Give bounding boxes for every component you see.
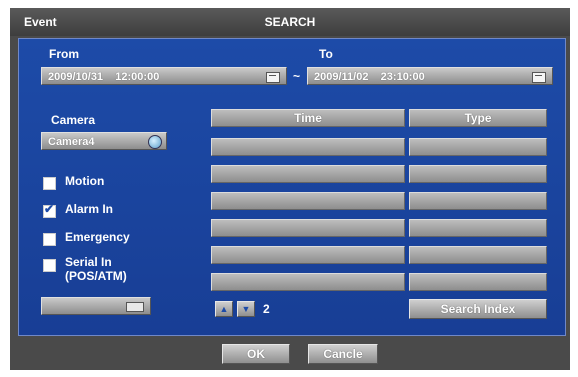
result-time-cell[interactable] <box>211 192 405 210</box>
calendar-icon[interactable] <box>266 72 280 83</box>
camera-select[interactable]: Camera4 <box>41 132 167 150</box>
to-datetime-field[interactable]: 2009/11/02 23:10:00 <box>307 67 553 85</box>
event-search-dialog: Event SEARCH From 2009/10/31 12:00:00 ~ … <box>10 8 570 370</box>
triangle-down-icon: ▼ <box>241 304 251 314</box>
result-time-cell[interactable] <box>211 246 405 264</box>
page-up-button[interactable]: ▲ <box>215 301 233 317</box>
calendar-icon[interactable] <box>532 72 546 83</box>
from-datetime-value: 2009/10/31 12:00:00 <box>48 71 160 83</box>
from-label: From <box>49 47 79 61</box>
serial-text-input[interactable] <box>41 297 151 315</box>
motion-label: Motion <box>65 174 105 188</box>
ok-button[interactable]: OK <box>222 344 290 364</box>
result-time-cell[interactable] <box>211 219 405 237</box>
result-time-cell[interactable] <box>211 138 405 156</box>
range-separator: ~ <box>293 69 301 83</box>
result-type-cell[interactable] <box>409 165 547 183</box>
serial-in-checkbox[interactable] <box>43 259 56 272</box>
to-label: To <box>319 47 333 61</box>
result-type-cell[interactable] <box>409 273 547 291</box>
keyboard-icon[interactable] <box>126 302 144 312</box>
camera-search-icon[interactable] <box>148 135 162 149</box>
result-type-cell[interactable] <box>409 219 547 237</box>
result-type-cell[interactable] <box>409 246 547 264</box>
result-type-cell[interactable] <box>409 192 547 210</box>
camera-label: Camera <box>51 113 96 127</box>
column-header-type: Type <box>409 109 547 127</box>
cancel-button[interactable]: Cancle <box>308 344 378 364</box>
emergency-label: Emergency <box>65 230 130 244</box>
alarm-in-checkbox[interactable]: ✔ <box>43 202 56 218</box>
page-number: 2 <box>263 302 270 316</box>
triangle-up-icon: ▲ <box>219 304 229 314</box>
search-index-button[interactable]: Search Index <box>409 299 547 319</box>
serial-in-label: Serial In <box>65 255 112 269</box>
dialog-title: SEARCH <box>264 15 316 29</box>
result-type-cell[interactable] <box>409 138 547 156</box>
title-bar: Event SEARCH <box>10 8 570 36</box>
checkmark-icon: ✔ <box>44 202 55 216</box>
alarm-in-label: Alarm In <box>65 202 114 216</box>
page-down-button[interactable]: ▼ <box>237 301 255 317</box>
from-datetime-field[interactable]: 2009/10/31 12:00:00 <box>41 67 287 85</box>
to-datetime-value: 2009/11/02 23:10:00 <box>314 71 425 83</box>
emergency-checkbox[interactable] <box>43 233 56 246</box>
search-panel: From 2009/10/31 12:00:00 ~ To 2009/11/02… <box>18 38 566 336</box>
result-time-cell[interactable] <box>211 273 405 291</box>
motion-checkbox[interactable] <box>43 177 56 190</box>
result-time-cell[interactable] <box>211 165 405 183</box>
camera-select-value: Camera4 <box>48 136 95 148</box>
column-header-time: Time <box>211 109 405 127</box>
serial-in-sublabel: (POS/ATM) <box>65 269 127 283</box>
